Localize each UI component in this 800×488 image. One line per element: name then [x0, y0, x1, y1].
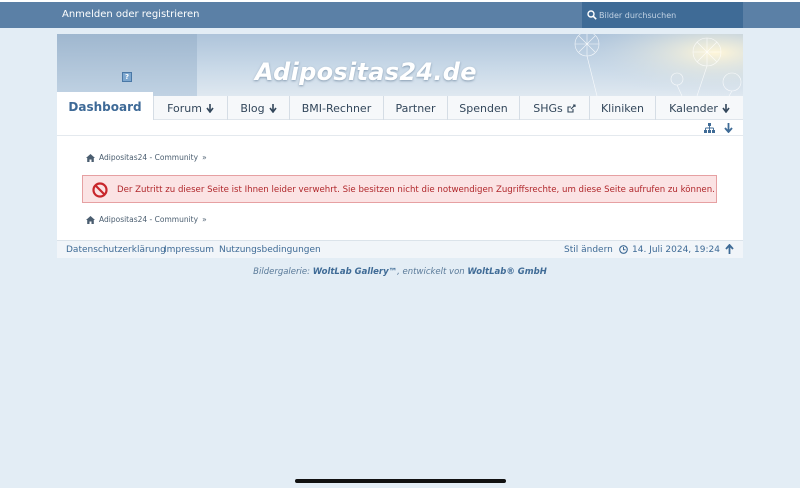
breadcrumb-bottom: Adipositas24 - Community » — [86, 215, 207, 224]
sub-navigation-bar — [57, 120, 743, 136]
access-denied-error: Der Zutritt zu dieser Seite ist Ihnen le… — [82, 175, 717, 203]
dandelion-image — [557, 34, 743, 96]
credits-prefix: Bildergalerie: — [253, 267, 313, 277]
top-bar: Anmelden oder registrieren — [0, 0, 800, 28]
scroll-down-icon[interactable] — [724, 123, 733, 133]
arrow-down-icon — [722, 103, 730, 113]
search-box[interactable] — [582, 2, 743, 28]
nav-item-bmi-rechner[interactable]: BMI-Rechner — [289, 96, 383, 120]
main-container: ? Adipositas24.de Dashboard Forum Blog B… — [57, 34, 743, 258]
home-icon — [86, 215, 95, 224]
nav-item-partner[interactable]: Partner — [383, 96, 447, 120]
scroll-to-top-icon[interactable] — [725, 244, 734, 254]
credits-line: Bildergalerie: WoltLab Gallery™, entwick… — [0, 267, 800, 277]
footer-link-datenschutz[interactable]: Datenschutzerklärung — [66, 245, 166, 255]
nav-label: Blog — [240, 101, 265, 115]
nav-label: SHGs — [533, 101, 563, 115]
nav-item-dashboard[interactable]: Dashboard — [57, 92, 153, 121]
footer-link-nutzungsbedingungen[interactable]: Nutzungsbedingungen — [219, 245, 321, 255]
search-input[interactable] — [599, 8, 739, 22]
site-header: ? Adipositas24.de — [57, 34, 743, 96]
breadcrumb: Adipositas24 - Community » — [86, 153, 207, 162]
nav-item-kliniken[interactable]: Kliniken — [589, 96, 655, 120]
footer-link-impressum[interactable]: Impressum — [164, 245, 214, 255]
nav-label: Partner — [395, 101, 436, 115]
breadcrumb-separator: » — [202, 153, 207, 162]
header-logo-area — [57, 34, 197, 96]
nav-label: Kalender — [669, 101, 718, 115]
nav-label: Forum — [167, 101, 202, 115]
error-message: Der Zutritt zu dieser Seite ist Ihnen le… — [117, 185, 715, 195]
footer-datetime: 14. Juli 2024, 19:24 — [632, 245, 720, 255]
nav-item-kalender[interactable]: Kalender — [655, 96, 743, 120]
help-icon[interactable]: ? — [122, 72, 132, 82]
credits-company-link[interactable]: WoltLab® GmbH — [467, 267, 546, 277]
nav-item-spenden[interactable]: Spenden — [447, 96, 519, 120]
breadcrumb-separator: » — [202, 215, 207, 224]
clock-icon — [619, 245, 628, 254]
site-title[interactable]: Adipositas24.de — [255, 58, 477, 86]
external-link-icon — [567, 103, 576, 113]
change-style-link[interactable]: Stil ändern — [564, 245, 613, 255]
home-indicator[interactable] — [295, 479, 506, 483]
nav-item-forum[interactable]: Forum — [153, 96, 227, 120]
arrow-down-icon — [206, 103, 214, 113]
nav-item-blog[interactable]: Blog — [227, 96, 289, 120]
ban-icon — [92, 182, 108, 198]
credits-middle: , entwickelt von — [397, 267, 468, 277]
nav-label: BMI-Rechner — [301, 101, 372, 115]
nav-label: Spenden — [459, 101, 508, 115]
home-icon — [86, 153, 95, 162]
credits-product-link[interactable]: WoltLab Gallery™ — [313, 267, 397, 277]
nav-label: Dashboard — [68, 99, 142, 114]
nav-item-shgs[interactable]: SHGs — [519, 96, 589, 120]
breadcrumb-link[interactable]: Adipositas24 - Community — [99, 153, 198, 162]
sitemap-icon[interactable] — [704, 123, 715, 133]
search-icon — [587, 10, 597, 20]
arrow-down-icon — [269, 103, 277, 113]
footer-bar: Datenschutzerklärung Impressum Nutzungsb… — [57, 240, 743, 258]
main-nav: Dashboard Forum Blog BMI-Rechner Partner… — [57, 92, 743, 121]
login-register-link[interactable]: Anmelden oder registrieren — [62, 9, 200, 20]
nav-label: Kliniken — [600, 101, 645, 115]
breadcrumb-link[interactable]: Adipositas24 - Community — [99, 215, 198, 224]
